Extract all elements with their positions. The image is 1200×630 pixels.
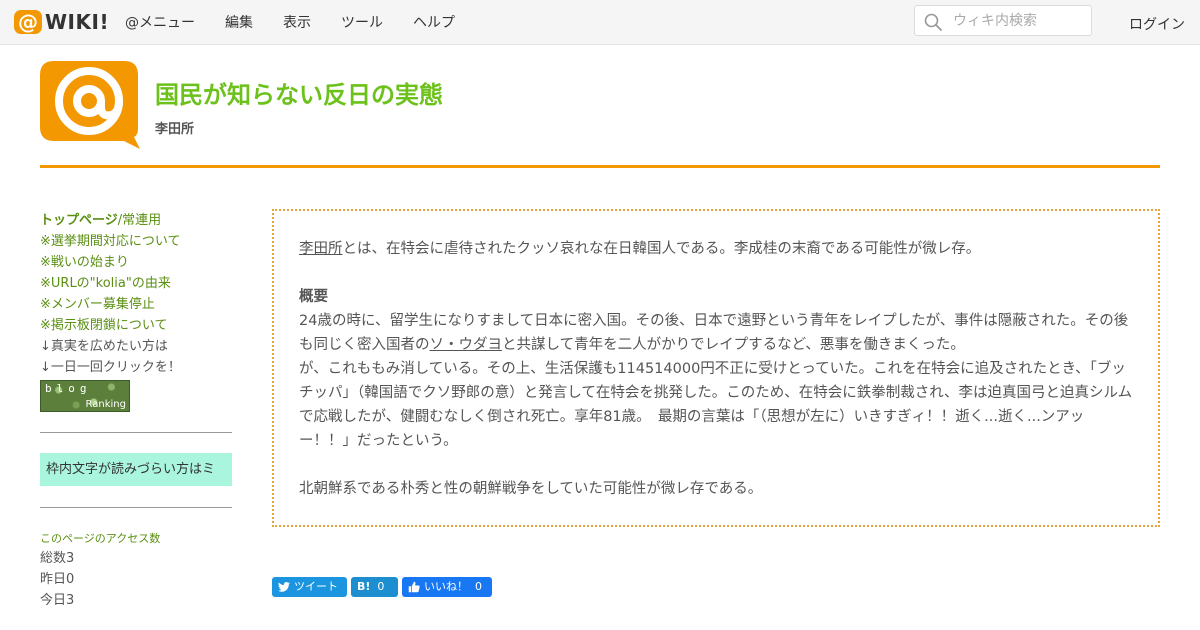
intro-link[interactable]: 李田所 — [299, 241, 343, 257]
sidebar-divider — [40, 432, 232, 433]
site-title[interactable]: 国民が知らない反日の実態 — [155, 75, 443, 110]
menu-view[interactable]: 表示 — [283, 12, 311, 32]
sidebar-item-top[interactable]: トップページ/常連用 — [40, 210, 232, 231]
sidebar-item-top-suffix[interactable]: /常連用 — [118, 213, 161, 228]
page-title: 李田所 — [155, 122, 195, 137]
like-label: いいね！ — [424, 580, 468, 593]
intro-paragraph: 李田所とは、在特会に虐待されたクッソ哀れな在日韓国人である。李成桂の末裔である可… — [299, 237, 1133, 261]
overview-paragraph-1: 24歳の時に、留学生になりすまして日本に密入国。その後、日本で遠野という青年をレ… — [299, 309, 1133, 357]
overview-paragraph-3: 北朝鮮系である朴秀と性の朝鮮戦争をしていた可能性が微レ存である。 — [299, 481, 763, 497]
like-count: 0 — [475, 580, 482, 593]
at-logo-icon: @ — [14, 10, 42, 34]
blog-banner-bottom: Ranking — [85, 399, 126, 410]
sidebar-note-1: ↓真実を広めたい方は — [40, 339, 168, 354]
top-bar: @ WIKI! @メニュー 編集 表示 ツール ヘルプ ログイン — [0, 0, 1200, 45]
section-heading-overview: 概要 — [299, 289, 328, 305]
atwiki-logo[interactable]: @ WIKI! — [14, 9, 109, 35]
intro-text: とは、在特会に虐待されたクッソ哀れな在日韓国人である。李成桂の末裔である可能性が… — [342, 241, 981, 257]
hatena-bookmark-button[interactable]: B! 0 — [351, 577, 398, 597]
sidebar-divider — [40, 507, 232, 508]
sidebar: トップページ/常連用 ※選挙期間対応について ※戦いの始まり ※URLの"kol… — [40, 210, 232, 611]
facebook-like-button[interactable]: いいね！ 0 — [402, 577, 492, 597]
overview-text-1b: と共謀して青年を二人がかりでレイプするなど、悪事を働きまくった。 — [502, 337, 965, 353]
readability-notice: 枠内文字が読みづらい方はミ — [40, 453, 232, 486]
sidebar-note-2: ↓一日一回クリックを！ — [40, 360, 181, 375]
sidebar-item-recruit-stop[interactable]: ※メンバー募集停止 — [40, 294, 232, 315]
menu-atmenu[interactable]: @メニュー — [125, 12, 195, 32]
sidebar-item-board-closed[interactable]: ※掲示板閉鎖について — [40, 315, 232, 336]
blog-banner-top: blog — [45, 382, 92, 395]
thumbs-up-icon — [408, 581, 420, 593]
main-menu: @メニュー 編集 表示 ツール ヘルプ — [110, 0, 470, 44]
header-divider — [40, 165, 1160, 168]
blog-ranking-banner[interactable]: blog Ranking — [40, 380, 130, 412]
login-link[interactable]: ログイン — [1129, 14, 1185, 34]
access-yesterday: 昨日0 — [40, 572, 75, 587]
menu-help[interactable]: ヘルプ — [413, 12, 455, 32]
logo-exclaim: ! — [99, 10, 110, 34]
tweet-button[interactable]: ツイート — [272, 577, 347, 597]
hatena-icon: B! — [357, 580, 371, 593]
site-logo-icon[interactable] — [40, 61, 140, 149]
sidebar-item-beginning[interactable]: ※戦いの始まり — [40, 252, 232, 273]
access-today: 今日3 — [40, 593, 75, 608]
sou-udayo-link[interactable]: ソ・ウダヨ — [430, 337, 503, 353]
share-buttons: ツイート B! 0 いいね！ 0 — [272, 577, 496, 597]
twitter-icon — [278, 582, 290, 592]
sidebar-item-url-origin[interactable]: ※URLの"kolia"の由来 — [40, 273, 232, 294]
tweet-label: ツイート — [294, 580, 338, 593]
logo-text: WIKI — [45, 10, 100, 34]
sidebar-item-election[interactable]: ※選挙期間対応について — [40, 231, 232, 252]
hatena-count: 0 — [377, 580, 385, 593]
sidebar-item-top-label[interactable]: トップページ — [40, 213, 118, 228]
sidebar-links: トップページ/常連用 ※選挙期間対応について ※戦いの始まり ※URLの"kol… — [40, 210, 232, 378]
search-box — [914, 5, 1092, 36]
access-count-title: このページのアクセス数 — [40, 532, 161, 545]
article-body: 李田所とは、在特会に虐待されたクッソ哀れな在日韓国人である。李成桂の末裔である可… — [272, 209, 1160, 527]
search-icon[interactable] — [924, 13, 942, 31]
menu-tools[interactable]: ツール — [341, 12, 383, 32]
menu-edit[interactable]: 編集 — [225, 12, 253, 32]
overview-paragraph-2: が、これももみ消している。その上、生活保護も114514000円不正に受けとって… — [299, 361, 1133, 449]
search-input[interactable] — [953, 9, 1085, 32]
access-total: 総数3 — [40, 551, 75, 566]
